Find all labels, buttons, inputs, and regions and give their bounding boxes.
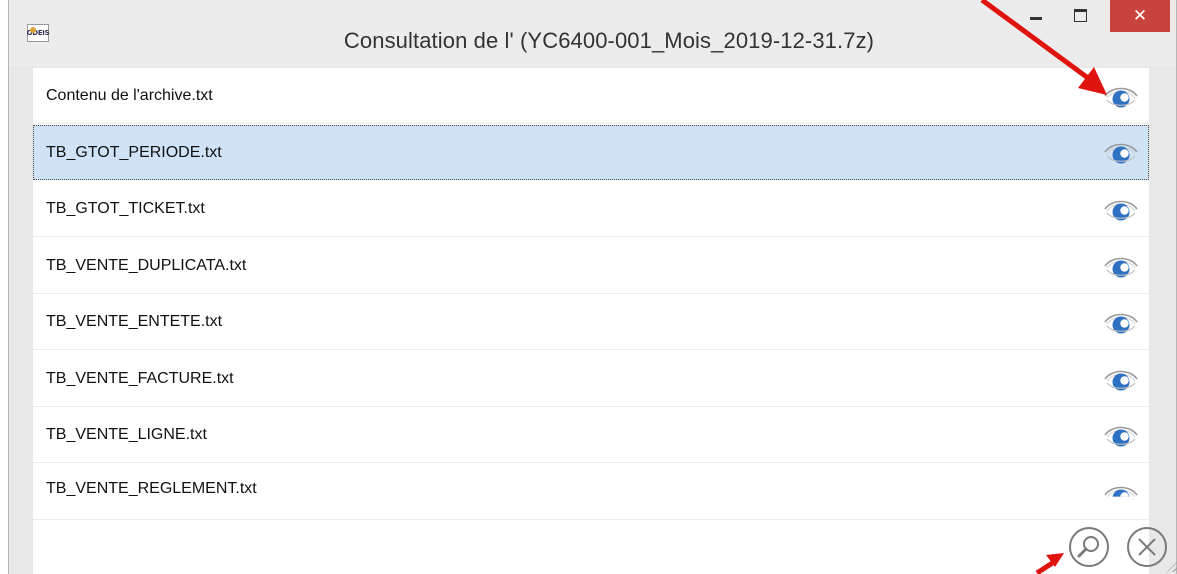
file-row-2[interactable]: TB_GTOT_PERIODE.txt	[33, 124, 1149, 180]
eye-icon[interactable]	[1103, 422, 1139, 448]
eye-icon[interactable]	[1103, 139, 1139, 165]
eye-icon[interactable]	[1103, 253, 1139, 279]
eye-icon[interactable]	[1103, 482, 1139, 508]
archive-window: ODEIS Consultation de l' (YC6400-001_Moi…	[8, 0, 1177, 574]
search-button[interactable]	[1067, 525, 1111, 569]
file-row-8[interactable]: TB_VENTE_REGLEMENT.txt	[33, 464, 1149, 520]
minimize-button[interactable]	[1017, 0, 1055, 30]
maximize-button[interactable]	[1059, 0, 1101, 30]
file-row-7[interactable]: TB_VENTE_LIGNE.txt	[33, 407, 1149, 463]
file-row-3[interactable]: TB_GTOT_TICKET.txt	[33, 181, 1149, 237]
file-name: TB_GTOT_PERIODE.txt	[46, 143, 222, 161]
close-circle-button[interactable]	[1125, 525, 1169, 569]
file-name: TB_VENTE_FACTURE.txt	[46, 369, 234, 387]
title-bar[interactable]: ODEIS Consultation de l' (YC6400-001_Moi…	[9, 0, 1176, 66]
file-row-5[interactable]: TB_VENTE_ENTETE.txt	[33, 294, 1149, 350]
file-name: TB_GTOT_TICKET.txt	[46, 200, 205, 217]
file-name: TB_VENTE_DUPLICATA.txt	[46, 256, 247, 274]
file-list: Contenu de l'archive.txt TB_GTOT_PERIODE…	[33, 68, 1149, 574]
file-row-4[interactable]: TB_VENTE_DUPLICATA.txt	[33, 238, 1149, 294]
file-name: Contenu de l'archive.txt	[46, 87, 213, 104]
file-name: TB_VENTE_REGLEMENT.txt	[46, 479, 257, 497]
eye-icon[interactable]	[1103, 309, 1139, 335]
file-name: TB_VENTE_ENTETE.txt	[46, 313, 223, 330]
eye-icon[interactable]	[1103, 196, 1139, 222]
eye-icon[interactable]	[1103, 83, 1139, 109]
window-title: Consultation de l' (YC6400-001_Mois_2019…	[343, 28, 875, 53]
window-close-button[interactable]: ✕	[1110, 0, 1170, 32]
eye-icon[interactable]	[1103, 366, 1139, 392]
file-row-6[interactable]: TB_VENTE_FACTURE.txt	[33, 351, 1149, 407]
file-name: TB_VENTE_LIGNE.txt	[46, 426, 207, 443]
file-row-1[interactable]: Contenu de l'archive.txt	[33, 68, 1149, 124]
